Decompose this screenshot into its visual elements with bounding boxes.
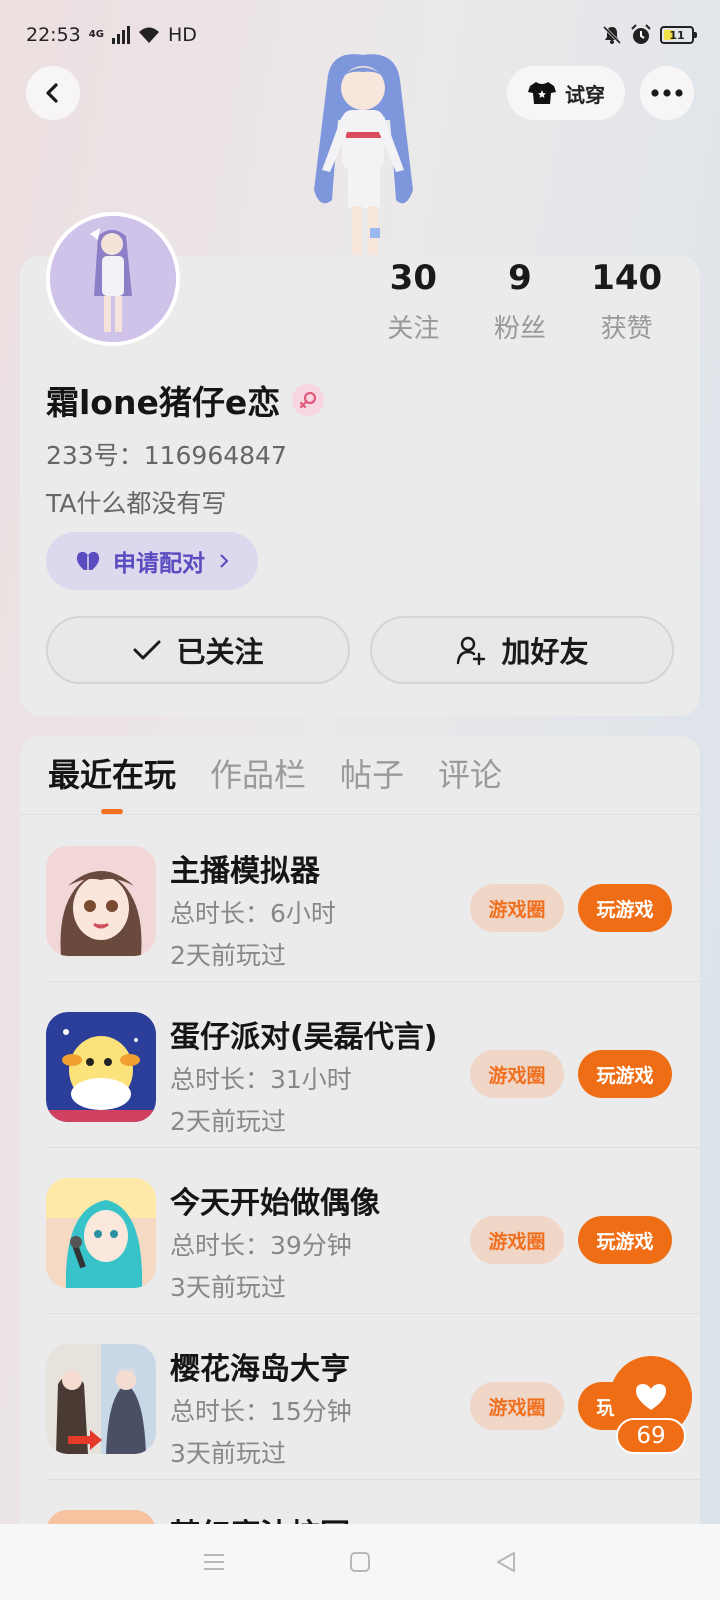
- list-item[interactable]: 主播模拟器 总时长：6小时 2天前玩过 游戏圈 玩游戏: [20, 816, 700, 982]
- followed-button[interactable]: 已关注: [46, 616, 350, 684]
- game-name: 蛋仔派对(吴磊代言): [170, 1020, 438, 1055]
- status-left: 22:53 4G HD: [26, 24, 197, 46]
- list-item[interactable]: 樱花海岛大亨 总时长：15分钟 3天前玩过 游戏圈 玩游戏: [20, 1314, 700, 1480]
- tab-works[interactable]: 作品栏: [210, 750, 306, 814]
- female-icon: [292, 384, 325, 416]
- play-game-button[interactable]: 玩游戏: [578, 1216, 672, 1264]
- game-playtime: 总时长：31小时: [170, 1065, 352, 1094]
- alarm-icon: [631, 24, 651, 44]
- game-circle-button[interactable]: 游戏圈: [470, 1382, 564, 1430]
- game-playtime: 总时长：6小时: [170, 899, 336, 928]
- fans-count: 9: [508, 258, 532, 298]
- stat-fans[interactable]: 9 粉丝: [467, 258, 574, 345]
- signal-icon: [111, 26, 130, 44]
- fans-label: 粉丝: [494, 314, 547, 344]
- following-label: 关注: [387, 314, 440, 344]
- stats-row: 30 关注 9 粉丝 140 获赞: [360, 258, 680, 345]
- list-item[interactable]: 今天开始做偶像 总时长：39分钟 3天前玩过 游戏圈 玩游戏: [20, 1148, 700, 1314]
- more-button[interactable]: [640, 66, 694, 120]
- game-last-played: 3天前玩过: [170, 1273, 286, 1302]
- game-playtime: 总时长：39分钟: [170, 1231, 352, 1260]
- try-on-label: 试穿: [565, 82, 605, 107]
- game-last-played: 2天前玩过: [170, 1107, 286, 1136]
- username: 霜lone猪仔e恋: [46, 383, 281, 422]
- chevron-left-icon: [46, 83, 58, 103]
- like-count-badge: 69: [616, 1418, 686, 1454]
- game-playtime: 总时长：15分钟: [170, 1397, 352, 1426]
- heart-icon: [76, 551, 100, 570]
- battery-level: 11: [669, 28, 685, 42]
- game-circle-button[interactable]: 游戏圈: [470, 884, 564, 932]
- check-icon: [133, 640, 161, 660]
- game-last-played: 3天前玩过: [170, 1439, 286, 1468]
- request-pair-button[interactable]: 申请配对: [46, 532, 258, 590]
- game-name: 主播模拟器: [170, 854, 320, 889]
- game-icon-eggy-party[interactable]: [46, 1012, 156, 1122]
- game-name: 今天开始做偶像: [170, 1186, 380, 1221]
- game-icon-sakura-island[interactable]: [46, 1344, 156, 1454]
- likes-label: 获赞: [600, 314, 653, 344]
- stat-following[interactable]: 30 关注: [360, 258, 467, 345]
- game-circle-button[interactable]: 游戏圈: [470, 1050, 564, 1098]
- back-triangle-icon[interactable]: [494, 1550, 518, 1574]
- battery-icon: 11: [660, 26, 697, 44]
- avatar[interactable]: [46, 212, 180, 346]
- profile-tabs: 最近在玩 作品栏 帖子 评论: [48, 750, 502, 814]
- play-game-button[interactable]: 玩游戏: [578, 1050, 672, 1098]
- following-count: 30: [389, 258, 437, 298]
- add-friend-label: 加好友: [501, 635, 589, 669]
- home-icon[interactable]: [349, 1551, 371, 1573]
- network-type: 4G: [88, 29, 104, 40]
- game-icon-streamer-sim[interactable]: [46, 846, 156, 956]
- tab-posts[interactable]: 帖子: [340, 750, 404, 814]
- try-on-button[interactable]: 试穿: [507, 66, 625, 120]
- game-name: 樱花海岛大亨: [170, 1352, 350, 1387]
- username-row: 霜lone猪仔e恋: [46, 376, 325, 424]
- user-id: 233号：116964847: [46, 441, 287, 470]
- play-game-button[interactable]: 玩游戏: [578, 884, 672, 932]
- user-bio: TA什么都没有写: [46, 489, 227, 518]
- games-panel: 最近在玩 作品栏 帖子 评论 主播模拟器 总时长：6小时 2天前玩过 游戏圈 玩…: [20, 736, 700, 1600]
- more-dots-icon: [651, 89, 683, 97]
- heart-icon: [636, 1384, 666, 1410]
- stat-likes[interactable]: 140 获赞: [573, 258, 680, 345]
- game-icon-idol[interactable]: [46, 1178, 156, 1288]
- add-user-icon: [457, 636, 486, 666]
- request-pair-label: 申请配对: [113, 551, 205, 577]
- back-button[interactable]: [26, 66, 80, 120]
- game-circle-button[interactable]: 游戏圈: [470, 1216, 564, 1264]
- hd-label: HD: [167, 24, 197, 46]
- tabs-divider: [20, 814, 700, 815]
- status-time: 22:53: [26, 24, 81, 46]
- avatar-image: [50, 216, 176, 342]
- game-last-played: 2天前玩过: [170, 941, 286, 970]
- mute-bell-icon: [602, 25, 622, 45]
- chevron-right-icon: [220, 554, 229, 568]
- avatar-figure-image: [314, 54, 413, 255]
- list-item[interactable]: 蛋仔派对(吴磊代言) 总时长：31小时 2天前玩过 游戏圈 玩游戏: [20, 982, 700, 1148]
- floating-like-button[interactable]: 69: [610, 1356, 692, 1456]
- followed-label: 已关注: [176, 635, 264, 669]
- add-friend-button[interactable]: 加好友: [370, 616, 674, 684]
- tab-comments[interactable]: 评论: [438, 750, 502, 814]
- likes-count: 140: [591, 258, 663, 298]
- tab-recently-played[interactable]: 最近在玩: [48, 750, 176, 814]
- wifi-icon: [138, 27, 159, 43]
- menu-icon[interactable]: [202, 1552, 226, 1572]
- status-right: 11: [602, 24, 697, 46]
- tshirt-icon: [528, 82, 556, 104]
- system-nav-bar: [0, 1524, 720, 1600]
